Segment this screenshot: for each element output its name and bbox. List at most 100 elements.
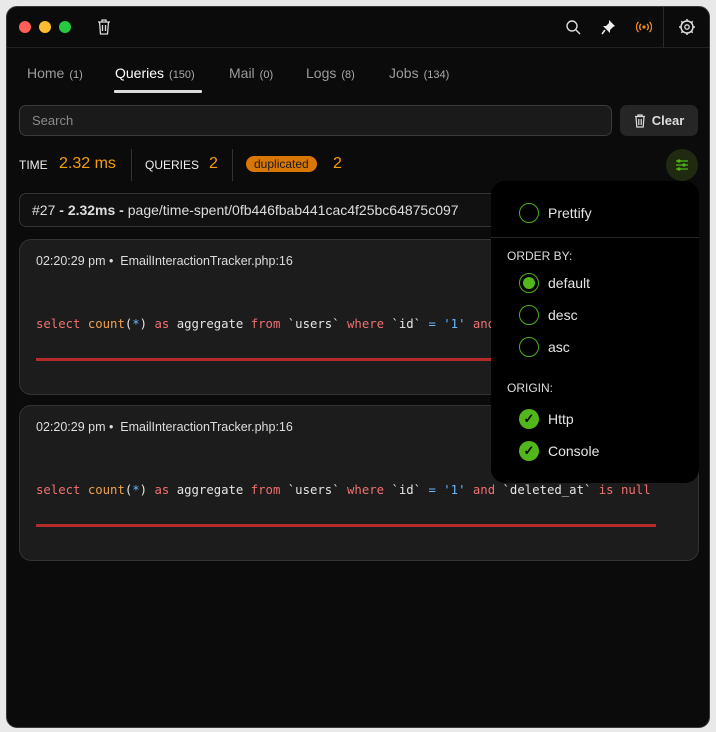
time-label: TIME [19, 158, 48, 172]
sql-token: `users` [287, 483, 348, 497]
sql-token: * [132, 317, 140, 331]
sql-token: `deleted_at` [502, 483, 599, 497]
query-sql: select count(*) as aggregate from `users… [36, 480, 652, 500]
tab-mail[interactable]: Mail (0) [229, 65, 273, 81]
active-tab-indicator [114, 90, 202, 93]
request-duration: 2.32ms [67, 202, 116, 218]
origin-label: ORIGIN: [507, 381, 554, 395]
tab-label: Logs [306, 65, 337, 81]
tab-count: (8) [341, 69, 355, 81]
radio-selected-icon [519, 273, 539, 293]
sql-token: ) [139, 317, 155, 331]
option-label: asc [548, 339, 570, 355]
sql-token: where [347, 483, 392, 497]
clear-label: Clear [651, 113, 685, 128]
duplicate-indicator [36, 524, 656, 527]
close-window-button[interactable] [19, 21, 31, 33]
tab-jobs[interactable]: Jobs (134) [389, 65, 449, 81]
option-label: Console [548, 443, 600, 459]
clear-button[interactable]: Clear [620, 105, 698, 136]
separator: - [55, 202, 68, 218]
tab-count: (150) [169, 69, 195, 81]
filter-popup: Prettify ORDER BY: default desc asc ORIG… [491, 181, 699, 483]
sql-token: `id` [391, 483, 429, 497]
sql-token: null [621, 483, 651, 497]
sql-token: count [87, 483, 125, 497]
tab-label: Jobs [389, 65, 419, 81]
trash-icon [634, 113, 645, 128]
minimize-window-button[interactable] [39, 21, 51, 33]
title-bar [7, 7, 709, 48]
separator: - [115, 202, 128, 218]
order-desc[interactable]: desc [519, 305, 578, 325]
query-file: EmailInteractionTracker.php:16 [120, 420, 293, 434]
divider [663, 7, 664, 48]
tab-count: (134) [423, 69, 450, 81]
check-icon: ✓ [519, 409, 539, 429]
order-default[interactable]: default [519, 273, 590, 293]
sql-token: is [598, 483, 621, 497]
query-time: 02:20:29 pm [36, 254, 106, 268]
sql-token: = [428, 483, 444, 497]
radio-icon [519, 305, 539, 325]
origin-http[interactable]: ✓ Http [519, 409, 574, 429]
order-asc[interactable]: asc [519, 337, 570, 357]
sql-token: and [472, 483, 503, 497]
request-summary[interactable]: #27 - 2.32ms - page/time-spent/0fb446fba… [19, 193, 519, 227]
sql-token: = [428, 317, 444, 331]
sql-token: as [154, 317, 177, 331]
search-input[interactable] [19, 105, 612, 136]
radio-icon [519, 337, 539, 357]
sql-token: '1' [443, 317, 473, 331]
tab-count: (1) [69, 69, 83, 81]
sql-token: aggregate [176, 317, 251, 331]
query-meta: 02:20:29 pm • EmailInteractionTracker.ph… [36, 254, 293, 268]
tab-count: (0) [259, 69, 274, 81]
sliders-icon [676, 159, 688, 171]
sql-token: `users` [287, 317, 348, 331]
radio-icon [519, 203, 539, 223]
filter-button[interactable] [666, 149, 698, 181]
option-label: Prettify [548, 205, 592, 221]
queries-value: 2 [209, 155, 218, 172]
broadcast-icon[interactable] [636, 20, 652, 34]
sql-token: from [250, 317, 288, 331]
sql-token: count [87, 317, 125, 331]
duplicated-value: 2 [333, 155, 342, 172]
queries-label: QUERIES [145, 158, 200, 172]
origin-console[interactable]: ✓ Console [519, 441, 599, 461]
tab-label: Queries [115, 65, 165, 81]
gear-icon[interactable] [678, 18, 696, 36]
sql-token: aggregate [176, 483, 251, 497]
option-label: desc [548, 307, 578, 323]
tab-label: Home [27, 65, 65, 81]
request-path: page/time-spent/0fb446fbab441cac4f25bc64… [127, 202, 459, 218]
tab-home[interactable]: Home (1) [27, 65, 83, 81]
query-file: EmailInteractionTracker.php:16 [120, 254, 293, 268]
option-label: Http [548, 411, 574, 427]
tab-logs[interactable]: Logs (8) [306, 65, 355, 81]
maximize-window-button[interactable] [59, 21, 71, 33]
trash-icon[interactable] [97, 19, 111, 35]
request-id: #27 [32, 202, 56, 218]
duplicated-badge: duplicated [246, 156, 317, 172]
sql-token: ) [139, 483, 155, 497]
order-by-label: ORDER BY: [507, 249, 573, 263]
pin-icon[interactable] [601, 19, 616, 35]
divider [131, 149, 132, 181]
time-value: 2.32 ms [59, 155, 116, 172]
query-time: 02:20:29 pm [36, 420, 106, 434]
query-meta: 02:20:29 pm • EmailInteractionTracker.ph… [36, 420, 293, 434]
check-icon: ✓ [519, 441, 539, 461]
sql-token: as [154, 483, 177, 497]
app-window: Home (1) Queries (150) Mail (0) Logs (8) Job… [6, 6, 710, 728]
prettify-toggle[interactable]: Prettify [519, 203, 592, 223]
sql-token: * [132, 483, 140, 497]
tab-label: Mail [229, 65, 255, 81]
divider [232, 149, 233, 181]
sql-token: `id` [391, 317, 429, 331]
sql-token: from [250, 483, 288, 497]
sql-token: select [36, 483, 88, 497]
tab-queries[interactable]: Queries (150) [115, 65, 195, 81]
search-icon[interactable] [566, 20, 581, 35]
